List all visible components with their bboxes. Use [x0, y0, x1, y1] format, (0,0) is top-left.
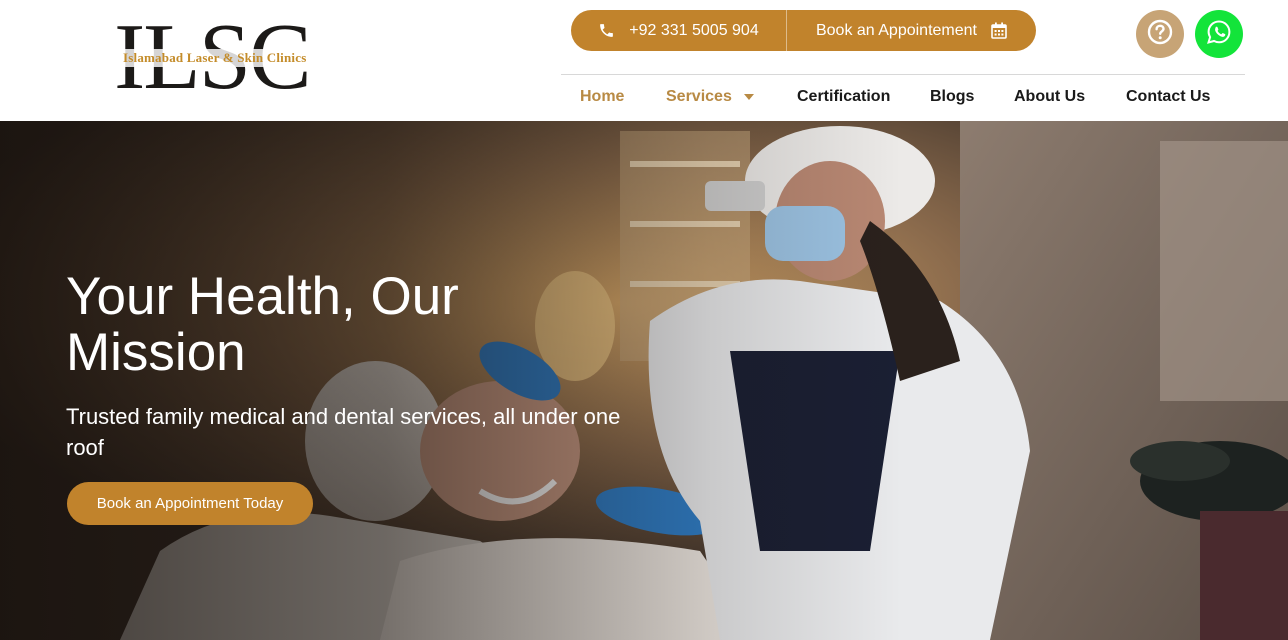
site-logo[interactable]: ILSC Islamabad Laser & Skin Clinics [114, 10, 336, 104]
nav-item-blogs[interactable]: Blogs [930, 88, 974, 106]
book-appointment-button[interactable]: Book an Appointement [787, 10, 1036, 51]
calendar-icon [991, 22, 1007, 39]
phone-icon [598, 22, 615, 39]
whatsapp-icon [1206, 19, 1232, 50]
logo-tagline: Islamabad Laser & Skin Clinics [120, 49, 334, 67]
nav-item-home[interactable]: Home [580, 88, 624, 106]
main-nav: Home Services Certification Blogs About … [561, 76, 1245, 120]
site-header: ILSC Islamabad Laser & Skin Clinics +92 … [0, 0, 1288, 121]
question-icon [1147, 19, 1173, 50]
phone-number: +92 331 5005 904 [629, 21, 759, 39]
nav-item-services[interactable]: Services [666, 88, 754, 106]
chevron-down-icon [743, 94, 754, 100]
hero-title: Your Health, Our Mission [66, 267, 459, 382]
hero-section: Your Health, Our Mission Trusted family … [0, 121, 1288, 640]
hero-book-appointment-button[interactable]: Book an Appointment Today [67, 482, 313, 525]
help-button[interactable] [1136, 10, 1184, 58]
whatsapp-button[interactable] [1195, 10, 1243, 58]
header-cta-group: +92 331 5005 904 Book an Appointement [571, 10, 1036, 51]
nav-item-contact-us[interactable]: Contact Us [1126, 88, 1210, 106]
book-appointment-label: Book an Appointement [815, 21, 977, 39]
nav-item-certification[interactable]: Certification [797, 88, 890, 106]
phone-button[interactable]: +92 331 5005 904 [571, 10, 787, 51]
nav-item-about-us[interactable]: About Us [1014, 88, 1085, 106]
nav-item-services-label: Services [666, 88, 732, 105]
nav-divider [561, 74, 1245, 75]
hero-subtitle: Trusted family medical and dental servic… [66, 404, 621, 460]
